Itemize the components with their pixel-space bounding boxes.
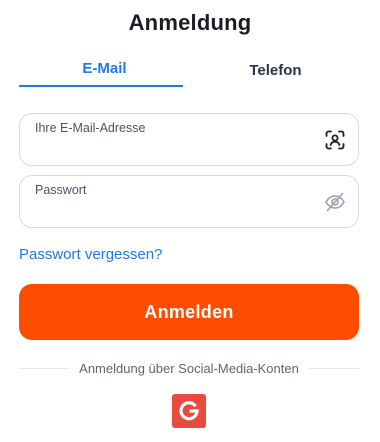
face-scan-icon[interactable] (324, 129, 346, 151)
eye-off-icon[interactable] (324, 191, 346, 213)
tab-phone[interactable]: Telefon (190, 56, 361, 88)
email-input[interactable] (35, 139, 310, 161)
divider-line-left (19, 367, 70, 369)
forgot-password-link[interactable]: Passwort vergessen? (19, 246, 162, 263)
login-button[interactable]: Anmelden (19, 284, 359, 340)
tab-email[interactable]: E-Mail (19, 56, 190, 88)
social-login-label: Anmeldung über Social-Media-Konten (79, 360, 299, 376)
email-field-label: Ihre E-Mail-Adresse (35, 121, 146, 135)
active-tab-indicator (19, 85, 183, 87)
password-field[interactable]: Passwort (19, 175, 359, 228)
google-login-button[interactable] (172, 394, 206, 428)
password-input[interactable] (35, 201, 310, 223)
login-method-tabs: E-Mail Telefon (19, 56, 361, 88)
email-field[interactable]: Ihre E-Mail-Adresse (19, 113, 359, 166)
social-login-divider: Anmeldung über Social-Media-Konten (19, 358, 359, 378)
google-icon (179, 401, 199, 421)
page-title: Anmeldung (128, 10, 252, 35)
divider-line-right (308, 367, 359, 369)
password-field-label: Passwort (35, 183, 87, 197)
